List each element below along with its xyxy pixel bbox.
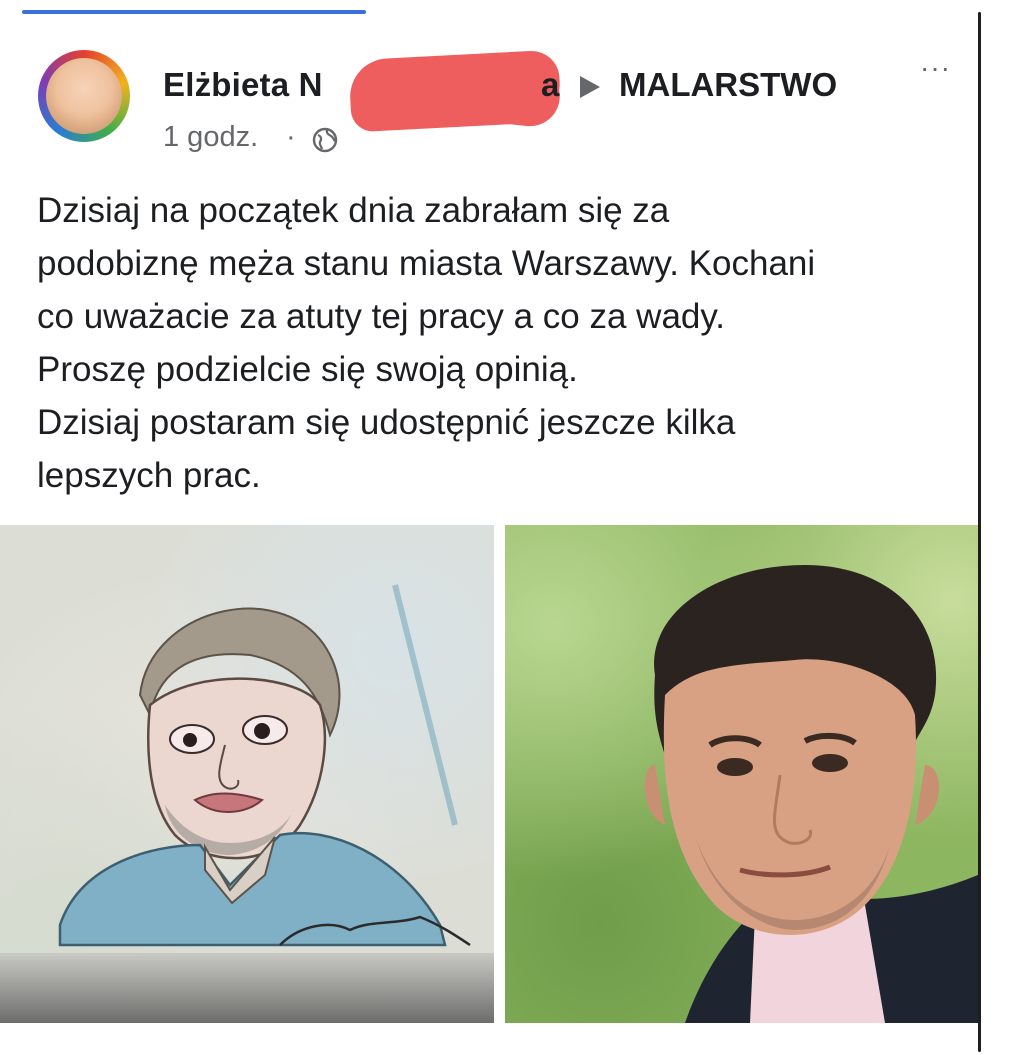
meta-separator: · <box>286 121 296 153</box>
screen-edge <box>978 0 1012 1055</box>
post-text-line: co uważacie za atuty tej pracy a co za w… <box>37 297 726 336</box>
post-body: Dzisiaj na początek dnia zabrałam się za… <box>37 184 957 502</box>
group-name-link[interactable]: MALARSTWO <box>619 66 837 104</box>
photo-illustration <box>644 565 978 1023</box>
top-progress-bar <box>22 10 366 14</box>
post-text-line: lepszych prac. <box>37 456 261 495</box>
post-timestamp[interactable]: 1 godz. <box>163 121 258 154</box>
author-name-end[interactable]: a <box>541 66 559 104</box>
screen-edge-border <box>978 12 981 1052</box>
author-name-start[interactable]: Elżbieta N <box>163 66 323 104</box>
post-text-line: Proszę podzielcie się swoją opinią. <box>37 350 578 389</box>
post-text-line: Dzisiaj na początek dnia zabrałam się za <box>37 191 670 230</box>
post-image-grid <box>0 525 978 1025</box>
portrait-photo-image[interactable] <box>505 525 978 1023</box>
post-text-line: podobiznę męża stanu miasta Warszawy. Ko… <box>37 244 816 283</box>
post-text-line: Dzisiaj postaram się udostępnić jeszcze … <box>37 403 736 442</box>
triangle-right-icon <box>580 76 600 98</box>
avatar-photo <box>46 58 122 134</box>
portrait-drawing-image[interactable] <box>0 525 494 1023</box>
image-shadow <box>0 953 494 1023</box>
author-avatar[interactable] <box>38 50 130 142</box>
drawing-illustration <box>58 584 471 947</box>
more-options-icon[interactable]: ··· <box>920 54 968 82</box>
globe-icon[interactable] <box>312 127 338 153</box>
